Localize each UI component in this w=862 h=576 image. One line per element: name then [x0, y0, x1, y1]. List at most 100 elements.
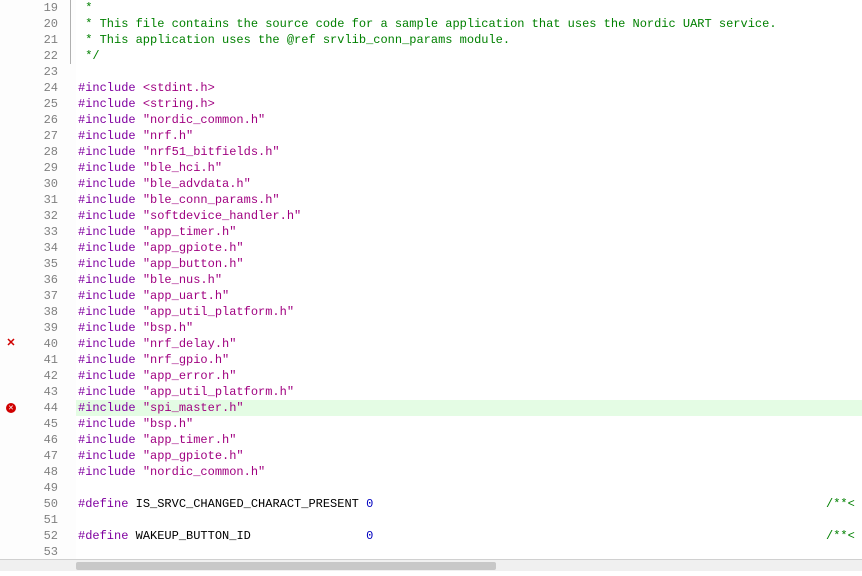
- code-line[interactable]: #define WAKEUP_BUTTON_ID 0/**< Button us: [76, 528, 862, 544]
- code-line[interactable]: #include "nordic_common.h": [76, 112, 862, 128]
- token: #include: [78, 353, 136, 367]
- marker-slot: [0, 368, 22, 384]
- token: "app_uart.h": [143, 289, 229, 303]
- line-number[interactable]: 43: [22, 384, 58, 400]
- marker-slot: [0, 544, 22, 560]
- code-line[interactable]: [76, 512, 862, 528]
- fold-margin[interactable]: [66, 0, 76, 571]
- marker-slot: [0, 192, 22, 208]
- code-line[interactable]: * This application uses the @ref srvlib_…: [76, 32, 862, 48]
- code-line[interactable]: #include "bsp.h": [76, 320, 862, 336]
- code-line[interactable]: #include "app_gpiote.h": [76, 448, 862, 464]
- marker-slot: [0, 96, 22, 112]
- line-number-gutter[interactable]: 1920212223242526272829303132333435363738…: [22, 0, 66, 571]
- code-line[interactable]: #include "spi_master.h": [76, 400, 862, 416]
- line-number[interactable]: 32: [22, 208, 58, 224]
- marker-slot: [0, 160, 22, 176]
- token: [136, 193, 143, 207]
- code-line[interactable]: #include "app_gpiote.h": [76, 240, 862, 256]
- line-number[interactable]: 35: [22, 256, 58, 272]
- code-line[interactable]: #include "nrf51_bitfields.h": [76, 144, 862, 160]
- code-line[interactable]: #include "ble_hci.h": [76, 160, 862, 176]
- line-number[interactable]: 21: [22, 32, 58, 48]
- code-line[interactable]: * This file contains the source code for…: [76, 16, 862, 32]
- line-number[interactable]: 50: [22, 496, 58, 512]
- line-number[interactable]: 24: [22, 80, 58, 96]
- marker-slot: [0, 224, 22, 240]
- code-line[interactable]: #include "nordic_common.h": [76, 464, 862, 480]
- code-line[interactable]: #include "app_button.h": [76, 256, 862, 272]
- line-number[interactable]: 49: [22, 480, 58, 496]
- code-line[interactable]: #include "app_util_platform.h": [76, 384, 862, 400]
- code-line[interactable]: #include "nrf_gpio.h": [76, 352, 862, 368]
- code-line[interactable]: #include <stdint.h>: [76, 80, 862, 96]
- code-editor[interactable]: ✕ 19202122232425262728293031323334353637…: [0, 0, 862, 571]
- line-number[interactable]: 38: [22, 304, 58, 320]
- line-number[interactable]: 53: [22, 544, 58, 560]
- token: [136, 145, 143, 159]
- marker-slot: [0, 464, 22, 480]
- tail-comment: /**< Include t: [826, 496, 862, 512]
- line-number[interactable]: 52: [22, 528, 58, 544]
- line-number[interactable]: 26: [22, 112, 58, 128]
- code-line[interactable]: #include "nrf_delay.h": [76, 336, 862, 352]
- token: 0: [366, 497, 373, 511]
- code-line[interactable]: [76, 544, 862, 560]
- token: * This file contains the source code for…: [78, 17, 777, 31]
- code-line[interactable]: #include "ble_conn_params.h": [76, 192, 862, 208]
- code-line[interactable]: [76, 64, 862, 80]
- line-number[interactable]: 46: [22, 432, 58, 448]
- line-number[interactable]: 23: [22, 64, 58, 80]
- token: @ref: [287, 33, 316, 47]
- scrollbar-horizontal[interactable]: [0, 559, 862, 571]
- line-number[interactable]: 29: [22, 160, 58, 176]
- marker-slot: [0, 208, 22, 224]
- marker-slot: [0, 352, 22, 368]
- code-line[interactable]: #include "app_timer.h": [76, 224, 862, 240]
- code-line[interactable]: #include "softdevice_handler.h": [76, 208, 862, 224]
- token: #include: [78, 209, 136, 223]
- token: #include: [78, 177, 136, 191]
- code-line[interactable]: #define IS_SRVC_CHANGED_CHARACT_PRESENT …: [76, 496, 862, 512]
- code-line[interactable]: #include "app_util_platform.h": [76, 304, 862, 320]
- code-line[interactable]: [76, 480, 862, 496]
- line-number[interactable]: 28: [22, 144, 58, 160]
- code-line[interactable]: #include "app_error.h": [76, 368, 862, 384]
- line-number[interactable]: 51: [22, 512, 58, 528]
- code-line[interactable]: #include "app_uart.h": [76, 288, 862, 304]
- line-number[interactable]: 44: [22, 400, 58, 416]
- line-number[interactable]: 45: [22, 416, 58, 432]
- line-number[interactable]: 25: [22, 96, 58, 112]
- line-number[interactable]: 19: [22, 0, 58, 16]
- line-number[interactable]: 30: [22, 176, 58, 192]
- line-number[interactable]: 27: [22, 128, 58, 144]
- line-number[interactable]: 22: [22, 48, 58, 64]
- code-area[interactable]: * * This file contains the source code f…: [76, 0, 862, 571]
- marker-slot: [0, 64, 22, 80]
- code-line[interactable]: *: [76, 0, 862, 16]
- line-number[interactable]: 39: [22, 320, 58, 336]
- line-number[interactable]: 41: [22, 352, 58, 368]
- line-number[interactable]: 47: [22, 448, 58, 464]
- line-number[interactable]: 40: [22, 336, 58, 352]
- line-number[interactable]: 48: [22, 464, 58, 480]
- code-line[interactable]: #include "ble_nus.h": [76, 272, 862, 288]
- code-line[interactable]: #include "bsp.h": [76, 416, 862, 432]
- scrollbar-thumb[interactable]: [76, 562, 496, 570]
- line-number[interactable]: 31: [22, 192, 58, 208]
- marker-slot: [0, 112, 22, 128]
- line-number[interactable]: 42: [22, 368, 58, 384]
- token: #include: [78, 193, 136, 207]
- marker-slot: [0, 448, 22, 464]
- code-line[interactable]: #include "nrf.h": [76, 128, 862, 144]
- line-number[interactable]: 37: [22, 288, 58, 304]
- code-line[interactable]: #include "app_timer.h": [76, 432, 862, 448]
- line-number[interactable]: 34: [22, 240, 58, 256]
- code-line[interactable]: #include "ble_advdata.h": [76, 176, 862, 192]
- line-number[interactable]: 36: [22, 272, 58, 288]
- code-line[interactable]: */: [76, 48, 862, 64]
- token: "ble_hci.h": [143, 161, 222, 175]
- line-number[interactable]: 33: [22, 224, 58, 240]
- line-number[interactable]: 20: [22, 16, 58, 32]
- code-line[interactable]: #include <string.h>: [76, 96, 862, 112]
